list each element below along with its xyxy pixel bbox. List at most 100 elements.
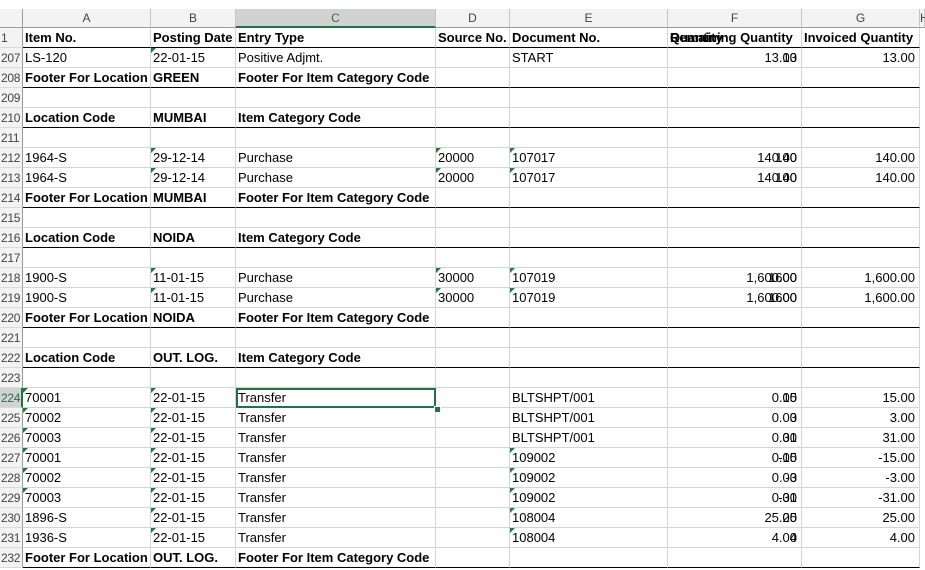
cell-g207[interactable]: 13.00 — [668, 48, 802, 68]
cell-g212[interactable]: 140.00 — [668, 148, 802, 168]
cell-b215[interactable] — [151, 208, 236, 228]
cell-h223[interactable] — [802, 368, 920, 388]
cell-g227[interactable]: 0.00 — [668, 448, 802, 468]
column-header-a[interactable]: A — [23, 9, 151, 28]
cell-h207[interactable]: 13.00 — [802, 48, 920, 68]
cell-g208[interactable] — [668, 68, 802, 88]
cell-e222[interactable] — [510, 348, 668, 368]
row-header-214[interactable]: 214 — [0, 188, 23, 208]
row-header-225[interactable]: 225 — [0, 408, 23, 428]
row-header-228[interactable]: 228 — [0, 468, 23, 488]
cell-e214[interactable] — [510, 188, 668, 208]
cell-c219[interactable]: Purchase — [236, 288, 436, 308]
cell-a218[interactable]: 1900-S — [23, 268, 151, 288]
cell-c231[interactable]: Transfer — [236, 528, 436, 548]
cell-a214[interactable]: Footer For Location — [23, 188, 151, 208]
cell-h226[interactable]: 31.00 — [802, 428, 920, 448]
cell-a215[interactable] — [23, 208, 151, 228]
cell-b213[interactable]: 29-12-14 — [151, 168, 236, 188]
cell-g213[interactable]: 140.00 — [668, 168, 802, 188]
cell-d211[interactable] — [436, 128, 510, 148]
cell-e226[interactable]: BLTSHPT/001 — [510, 428, 668, 448]
cell-b218[interactable]: 11-01-15 — [151, 268, 236, 288]
row-header-230[interactable]: 230 — [0, 508, 23, 528]
cell-g221[interactable] — [668, 328, 802, 348]
cell-h230[interactable]: 25.00 — [802, 508, 920, 528]
cell-a219[interactable]: 1900-S — [23, 288, 151, 308]
cell-g220[interactable] — [668, 308, 802, 328]
cell-b229[interactable]: 22-01-15 — [151, 488, 236, 508]
cell-d220[interactable] — [436, 308, 510, 328]
cell-h222[interactable] — [802, 348, 920, 368]
cell-b227[interactable]: 22-01-15 — [151, 448, 236, 468]
cell-a224[interactable]: 70001 — [23, 388, 151, 408]
row-header-1[interactable]: 1 — [0, 28, 23, 48]
row-header-232[interactable]: 232 — [0, 548, 23, 568]
cell-c214[interactable]: Footer For Item Category Code — [236, 188, 436, 208]
cell-h224[interactable]: 15.00 — [802, 388, 920, 408]
cell-b222[interactable]: OUT. LOG. — [151, 348, 236, 368]
cell-d210[interactable] — [436, 108, 510, 128]
column-header-g[interactable]: G — [802, 9, 920, 28]
cell-e207[interactable]: START — [510, 48, 668, 68]
row-header-227[interactable]: 227 — [0, 448, 23, 468]
cell-g223[interactable] — [668, 368, 802, 388]
cell-h215[interactable] — [802, 208, 920, 228]
cell-b216[interactable]: NOIDA — [151, 228, 236, 248]
row-header-229[interactable]: 229 — [0, 488, 23, 508]
cell-d1[interactable]: Source No. — [436, 28, 510, 48]
row-header-217[interactable]: 217 — [0, 248, 23, 268]
cell-h213[interactable]: 140.00 — [802, 168, 920, 188]
cell-g231[interactable]: 4.00 — [668, 528, 802, 548]
cell-h228[interactable]: -3.00 — [802, 468, 920, 488]
cell-h231[interactable]: 4.00 — [802, 528, 920, 548]
cell-h218[interactable]: 1,600.00 — [802, 268, 920, 288]
cell-a216[interactable]: Location Code — [23, 228, 151, 248]
cell-h1[interactable]: Invoiced Quantity — [802, 28, 920, 48]
cell-d216[interactable] — [436, 228, 510, 248]
cell-e208[interactable] — [510, 68, 668, 88]
cell-b228[interactable]: 22-01-15 — [151, 468, 236, 488]
cell-c208[interactable]: Footer For Item Category Code — [236, 68, 436, 88]
column-header-h[interactable]: H — [920, 9, 925, 28]
cell-e225[interactable]: BLTSHPT/001 — [510, 408, 668, 428]
cell-a210[interactable]: Location Code — [23, 108, 151, 128]
cell-h208[interactable] — [802, 68, 920, 88]
cell-d230[interactable] — [436, 508, 510, 528]
cell-e213[interactable]: 107017 — [510, 168, 668, 188]
cell-d223[interactable] — [436, 368, 510, 388]
cell-g226[interactable]: 0.00 — [668, 428, 802, 448]
row-header-215[interactable]: 215 — [0, 208, 23, 228]
cell-b1[interactable]: Posting Date — [151, 28, 236, 48]
cell-d231[interactable] — [436, 528, 510, 548]
row-header-221[interactable]: 221 — [0, 328, 23, 348]
cell-b230[interactable]: 22-01-15 — [151, 508, 236, 528]
cell-a208[interactable]: Footer For Location — [23, 68, 151, 88]
cell-d224[interactable] — [436, 388, 510, 408]
row-header-220[interactable]: 220 — [0, 308, 23, 328]
cell-a212[interactable]: 1964-S — [23, 148, 151, 168]
cell-e220[interactable] — [510, 308, 668, 328]
cell-c232[interactable]: Footer For Item Category Code — [236, 548, 436, 568]
cell-b210[interactable]: MUMBAI — [151, 108, 236, 128]
row-header-212[interactable]: 212 — [0, 148, 23, 168]
column-header-c[interactable]: C — [236, 9, 436, 28]
cell-a220[interactable]: Footer For Location — [23, 308, 151, 328]
cell-a209[interactable] — [23, 88, 151, 108]
cell-b231[interactable]: 22-01-15 — [151, 528, 236, 548]
cell-d225[interactable] — [436, 408, 510, 428]
cell-h232[interactable] — [802, 548, 920, 568]
cell-a1[interactable]: Item No. — [23, 28, 151, 48]
cell-b211[interactable] — [151, 128, 236, 148]
cell-a211[interactable] — [23, 128, 151, 148]
cell-g218[interactable]: 1,600.00 — [668, 268, 802, 288]
cell-e1[interactable]: Document No. — [510, 28, 668, 48]
cell-a230[interactable]: 1896-S — [23, 508, 151, 528]
cell-a213[interactable]: 1964-S — [23, 168, 151, 188]
cell-d218[interactable]: 30000 — [436, 268, 510, 288]
cell-c218[interactable]: Purchase — [236, 268, 436, 288]
cell-c207[interactable]: Positive Adjmt. — [236, 48, 436, 68]
row-header-211[interactable]: 211 — [0, 128, 23, 148]
cell-c229[interactable]: Transfer — [236, 488, 436, 508]
cell-a226[interactable]: 70003 — [23, 428, 151, 448]
